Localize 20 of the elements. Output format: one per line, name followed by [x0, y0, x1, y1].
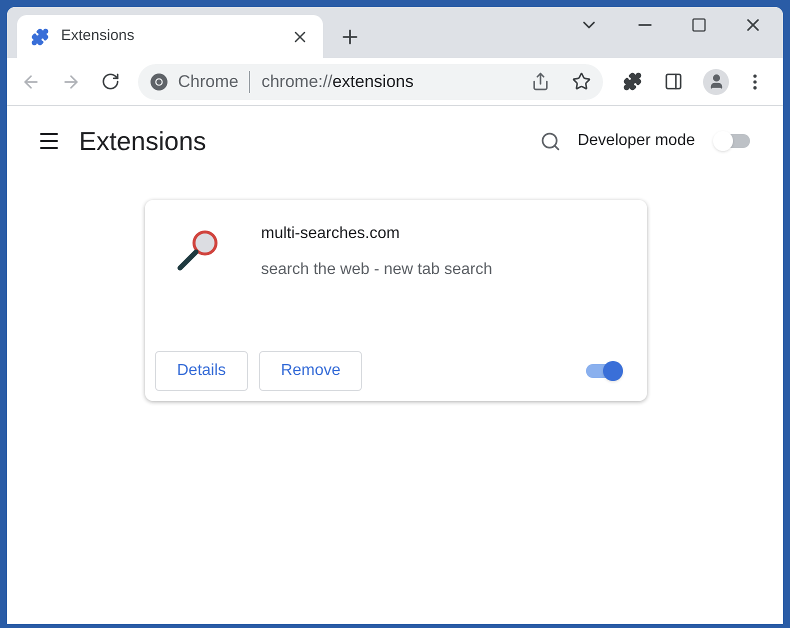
profile-avatar[interactable] [703, 68, 729, 94]
extension-name: multi-searches.com [261, 224, 401, 244]
url-text: chrome://extensions [261, 70, 415, 93]
extensions-icon[interactable] [623, 72, 642, 91]
address-bar[interactable]: Chrome chrome://extensions [138, 64, 603, 100]
details-button[interactable]: Details [155, 351, 248, 391]
bookmark-star-icon[interactable] [572, 72, 591, 91]
puzzle-icon [31, 28, 49, 46]
developer-mode-label: Developer mode [578, 131, 695, 151]
maximize-icon[interactable] [691, 17, 707, 33]
share-icon[interactable] [531, 72, 550, 91]
search-icon[interactable] [540, 130, 561, 152]
tab-title: Extensions [61, 26, 136, 46]
remove-button[interactable]: Remove [258, 351, 362, 391]
browser-tab[interactable]: Extensions [17, 15, 323, 58]
reload-icon[interactable] [101, 72, 120, 91]
site-label: Chrome [178, 70, 238, 93]
extension-description: search the web - new tab search [261, 260, 492, 280]
page-title: Extensions [79, 124, 208, 158]
side-panel-icon[interactable] [664, 72, 683, 91]
